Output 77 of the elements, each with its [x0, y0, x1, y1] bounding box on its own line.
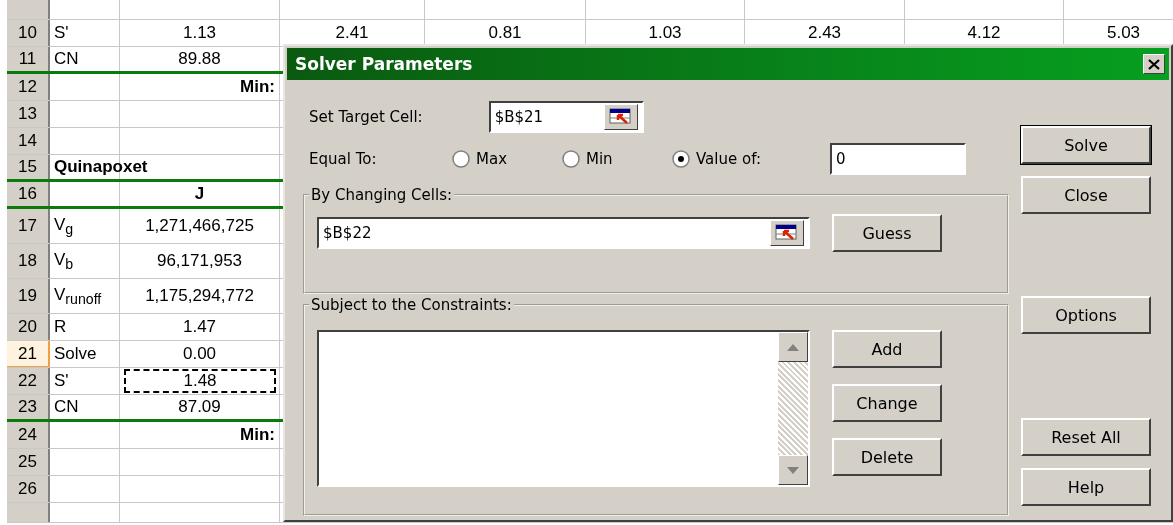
- dialog-button[interactable]: Options: [1021, 296, 1151, 334]
- scroll-down-button[interactable]: [778, 455, 808, 485]
- row-label: Solve: [54, 344, 97, 364]
- dialog-title: Solver Parameters: [295, 54, 473, 74]
- row-number[interactable]: 20: [7, 314, 50, 340]
- table-cell: 1,175,294,772: [145, 286, 254, 306]
- up-arrow-icon: [787, 343, 799, 351]
- row-number[interactable]: 15: [7, 155, 50, 179]
- table-cell: 0.81: [488, 23, 522, 43]
- close-button[interactable]: [1143, 54, 1165, 74]
- close-icon: [1148, 58, 1160, 70]
- radio-option[interactable]: Max: [452, 150, 562, 168]
- cell-picker-button[interactable]: [603, 104, 638, 130]
- table-cell: 1.13: [182, 23, 217, 43]
- group-label: Subject to the Constraints:: [310, 296, 513, 314]
- row-number[interactable]: 25: [7, 449, 50, 475]
- row-label: V$_{runoff}$: [54, 284, 102, 308]
- row-header[interactable]: [7, 0, 50, 19]
- radio-option[interactable]: Min: [562, 150, 672, 168]
- changing-cells-field[interactable]: $B$22: [317, 217, 810, 249]
- radio-option[interactable]: Value of:: [672, 150, 830, 168]
- guess-button[interactable]: Guess: [832, 214, 942, 252]
- field-label: Set Target Cell:: [309, 108, 423, 126]
- dialog-button[interactable]: Help: [1021, 468, 1151, 506]
- min-label: Min:: [240, 77, 275, 97]
- row-number[interactable]: 21: [7, 341, 50, 367]
- column-heading: J: [194, 184, 205, 204]
- dialog-button[interactable]: Close: [1021, 176, 1151, 214]
- field-label: Equal To:: [309, 150, 378, 168]
- table-cell: 5.03: [1106, 23, 1141, 43]
- min-label: Min:: [240, 425, 275, 445]
- table-cell: 1.47: [182, 317, 217, 337]
- section-title: Quinapoxet: [54, 157, 148, 177]
- dialog-button[interactable]: Solve: [1021, 126, 1151, 164]
- row-header[interactable]: [7, 503, 50, 522]
- row-label: S': [54, 23, 69, 43]
- row-label: CN: [54, 397, 79, 417]
- row-label: R: [54, 317, 67, 337]
- table-cell: 89.88: [178, 49, 221, 69]
- row-number[interactable]: 11: [7, 47, 50, 71]
- table-cell: 2.41: [335, 23, 369, 43]
- row-number[interactable]: 17: [7, 209, 50, 243]
- row-number[interactable]: 16: [7, 182, 50, 206]
- constraint-button[interactable]: Delete: [832, 438, 942, 476]
- table-cell: 1,271,466,725: [145, 216, 254, 236]
- scroll-up-button[interactable]: [778, 332, 808, 362]
- row-number[interactable]: 26: [7, 476, 50, 502]
- row-number[interactable]: 18: [7, 244, 50, 278]
- table-cell: 0.00: [182, 344, 217, 364]
- cell-picker-icon: [608, 108, 633, 126]
- constraint-button[interactable]: Add: [832, 330, 942, 368]
- row-label: V$_{g}$: [54, 214, 74, 238]
- table-cell: 1.48: [124, 369, 276, 393]
- cell-picker-button[interactable]: [770, 220, 804, 246]
- dialog-button[interactable]: Reset All: [1021, 418, 1151, 456]
- table-cell: 4.12: [967, 23, 1001, 43]
- row-number[interactable]: 24: [7, 422, 50, 448]
- cell-picker-icon: [775, 224, 799, 242]
- row-number[interactable]: 10: [7, 20, 50, 46]
- table-cell: 96,171,953: [156, 251, 243, 271]
- row-number[interactable]: 23: [7, 395, 50, 419]
- constraint-button[interactable]: Change: [832, 384, 942, 422]
- group-label: By Changing Cells:: [310, 186, 453, 204]
- down-arrow-icon: [787, 466, 799, 474]
- row-number[interactable]: 14: [7, 128, 50, 154]
- table-cell: 87.09: [178, 397, 221, 417]
- value-field[interactable]: 0: [830, 143, 966, 175]
- row-number[interactable]: 22: [7, 368, 50, 394]
- table-cell: 1.03: [648, 23, 682, 43]
- table-cell: 2.43: [807, 23, 842, 43]
- target-cell-field[interactable]: $B$21: [488, 101, 644, 133]
- row-label: CN: [54, 49, 79, 69]
- row-label: S': [54, 371, 69, 391]
- row-number[interactable]: 12: [7, 74, 50, 100]
- row-number[interactable]: 19: [7, 279, 50, 313]
- row-number[interactable]: 13: [7, 101, 50, 127]
- row-label: V$_{b}$: [54, 249, 74, 273]
